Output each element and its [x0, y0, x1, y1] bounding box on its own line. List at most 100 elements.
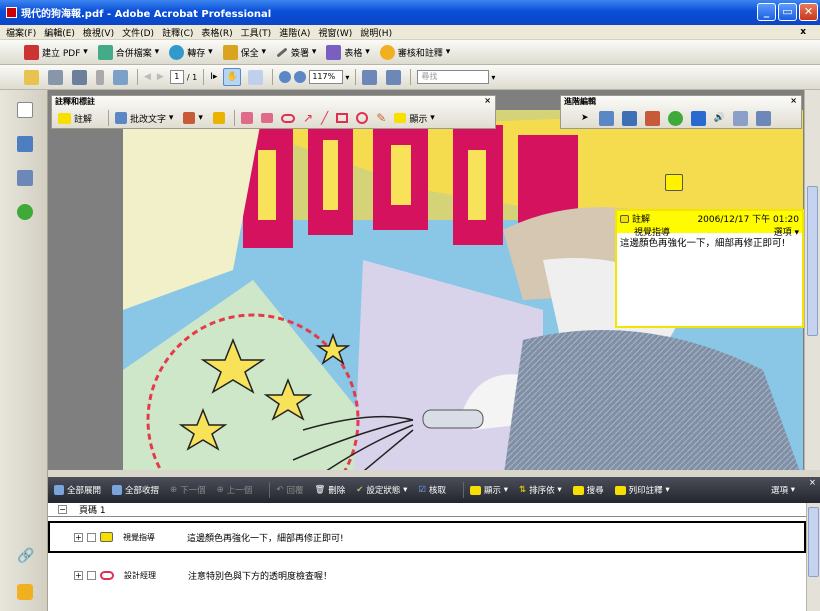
search-dropdown-icon[interactable]: ▾: [491, 73, 495, 82]
document-vertical-scrollbar[interactable]: [804, 90, 820, 470]
close-document-button[interactable]: x: [800, 27, 806, 37]
stamp-tool-button[interactable]: ▾: [183, 112, 203, 124]
menu-view[interactable]: 檢視(V): [83, 26, 114, 39]
select-object-icon[interactable]: ➤: [581, 113, 589, 123]
comments-options-button[interactable]: 選項 ▾: [771, 484, 795, 496]
menu-file[interactable]: 檔案(F): [6, 26, 36, 39]
delete-button[interactable]: 🗑 刪除: [314, 484, 345, 496]
menu-edit[interactable]: 編輯(E): [44, 26, 75, 39]
comments-panel-icon[interactable]: [17, 584, 33, 600]
menu-advanced[interactable]: 進階(A): [279, 26, 310, 39]
show-filter-button[interactable]: 顯示 ▾: [470, 484, 508, 496]
menu-tools[interactable]: 工具(T): [241, 26, 272, 39]
menu-document[interactable]: 文件(D): [122, 26, 154, 39]
text-edits-button[interactable]: 批改文字 ▾: [115, 112, 173, 125]
collapse-all-button[interactable]: 全部收摺: [112, 484, 159, 496]
article-tool-icon[interactable]: [644, 110, 660, 126]
menu-help[interactable]: 說明(H): [360, 26, 392, 39]
collapse-page-icon[interactable]: −: [58, 505, 67, 514]
attachments-icon[interactable]: 🔗: [17, 548, 34, 564]
export-icon: [169, 44, 185, 60]
crop-tool-icon[interactable]: [621, 110, 637, 126]
maximize-button[interactable]: ▭: [778, 3, 797, 21]
print-comments-button[interactable]: 列印註釋 ▾: [614, 484, 670, 496]
email-icon[interactable]: [113, 69, 128, 85]
sort-button[interactable]: ⇅ 排序依 ▾: [519, 484, 562, 496]
expand-comment-icon[interactable]: +: [74, 532, 83, 542]
comments-scrollbar[interactable]: [806, 503, 820, 611]
zoom-out-icon[interactable]: [279, 71, 292, 83]
oval-icon[interactable]: [356, 112, 369, 124]
callout-icon[interactable]: [240, 112, 253, 124]
note-tool-button[interactable]: 註解: [58, 112, 92, 125]
combine-files-button[interactable]: 合併檔案 ▾: [97, 44, 159, 60]
comments-panel-close-icon[interactable]: ×: [809, 478, 816, 488]
show-menu-button[interactable]: 顯示 ▾: [394, 112, 435, 125]
set-status-button[interactable]: ✔ 設定狀態 ▾: [356, 484, 407, 496]
zoom-level-input[interactable]: 117%: [309, 70, 344, 84]
zoom-in-icon[interactable]: [294, 71, 307, 83]
pencil-icon[interactable]: ✎: [376, 111, 386, 125]
object-edit-icon[interactable]: [755, 110, 771, 126]
highlight-icon[interactable]: [212, 112, 225, 124]
movie-icon[interactable]: [732, 110, 748, 126]
rectangle-icon[interactable]: [336, 113, 349, 123]
note-popup[interactable]: 註解 2006/12/17 下午 01:20 視覺指導 選項 ▾ 這邊顏色再強化…: [615, 209, 804, 328]
link-tool-icon[interactable]: [598, 110, 614, 126]
bookmarks-icon[interactable]: [17, 136, 33, 152]
search-input[interactable]: 尋找: [417, 70, 490, 84]
signatures-icon[interactable]: [17, 170, 33, 186]
cloud-icon[interactable]: [280, 113, 295, 123]
attach-icon[interactable]: [96, 69, 104, 85]
arrow-icon[interactable]: ↗: [303, 111, 313, 125]
menu-comments[interactable]: 註釋(C): [162, 26, 193, 39]
fit-width-icon[interactable]: [386, 69, 402, 85]
page-group-header[interactable]: − 頁碼 1: [48, 503, 806, 517]
page-number-input[interactable]: 1: [169, 70, 184, 84]
search-comments-button[interactable]: 搜尋: [572, 484, 604, 496]
note-annotation-icon[interactable]: [665, 174, 683, 191]
menu-window[interactable]: 視窗(W): [318, 26, 352, 39]
next-page-icon[interactable]: ▶: [157, 72, 164, 82]
reply-button[interactable]: ↶ 回覆: [276, 484, 303, 496]
expand-comment-icon[interactable]: +: [74, 570, 83, 580]
select-cursor-icon[interactable]: Ⅰ▸: [210, 72, 217, 82]
checkmark-button[interactable]: ☑ 核取: [418, 484, 446, 496]
comment-row[interactable]: + 設計經理 注意特別色與下方的透明度檢查喔！: [48, 559, 806, 591]
sign-button[interactable]: 簽署 ▾: [276, 46, 316, 59]
forms-button[interactable]: 表格 ▾: [326, 44, 370, 60]
comment-checkbox[interactable]: [87, 570, 96, 580]
advanced-toolbar-close-icon[interactable]: ×: [790, 96, 797, 105]
note-options-button[interactable]: 選項 ▾: [774, 225, 799, 238]
secure-button[interactable]: 保全 ▾: [222, 44, 266, 60]
zoom-dropdown-icon[interactable]: ▾: [345, 73, 349, 82]
next-comment-button[interactable]: ⊕ 下一個: [170, 484, 206, 496]
pages-icon[interactable]: [17, 102, 33, 118]
comments-scroll-thumb[interactable]: [808, 507, 819, 577]
hand-tool-icon[interactable]: ✋: [223, 68, 242, 86]
comment-checkbox[interactable]: [87, 532, 96, 542]
close-button[interactable]: ✕: [799, 3, 818, 21]
help-icon[interactable]: [17, 204, 33, 220]
sound-icon[interactable]: 🔊: [714, 113, 725, 123]
line-icon[interactable]: ╱: [321, 111, 328, 125]
touchup-icon[interactable]: [667, 110, 683, 126]
comment-toolbar-close-icon[interactable]: ×: [484, 96, 491, 105]
previous-comment-button[interactable]: ⊕ 上一個: [217, 484, 253, 496]
create-pdf-button[interactable]: 建立 PDF ▾: [24, 44, 88, 60]
review-comment-button[interactable]: 審核和註釋 ▾: [379, 44, 450, 60]
expand-all-button[interactable]: 全部展開: [54, 484, 101, 496]
save-icon[interactable]: [72, 69, 87, 85]
zoom-tool-icon[interactable]: [248, 69, 264, 85]
menu-forms[interactable]: 表格(R): [201, 26, 232, 39]
scroll-thumb[interactable]: [807, 186, 818, 336]
comment-row[interactable]: + 視覺指導 這邊顏色再強化一下，細部再修正即可!: [48, 521, 806, 553]
fit-page-icon[interactable]: [362, 69, 378, 85]
print-icon[interactable]: [48, 69, 63, 85]
form-field-icon[interactable]: [690, 110, 706, 126]
minimize-button[interactable]: _: [757, 3, 776, 21]
prev-page-icon[interactable]: ◀: [144, 72, 151, 82]
textbox-icon[interactable]: [260, 113, 273, 123]
open-folder-icon[interactable]: [24, 69, 39, 85]
export-button[interactable]: 轉存 ▾: [169, 44, 213, 60]
